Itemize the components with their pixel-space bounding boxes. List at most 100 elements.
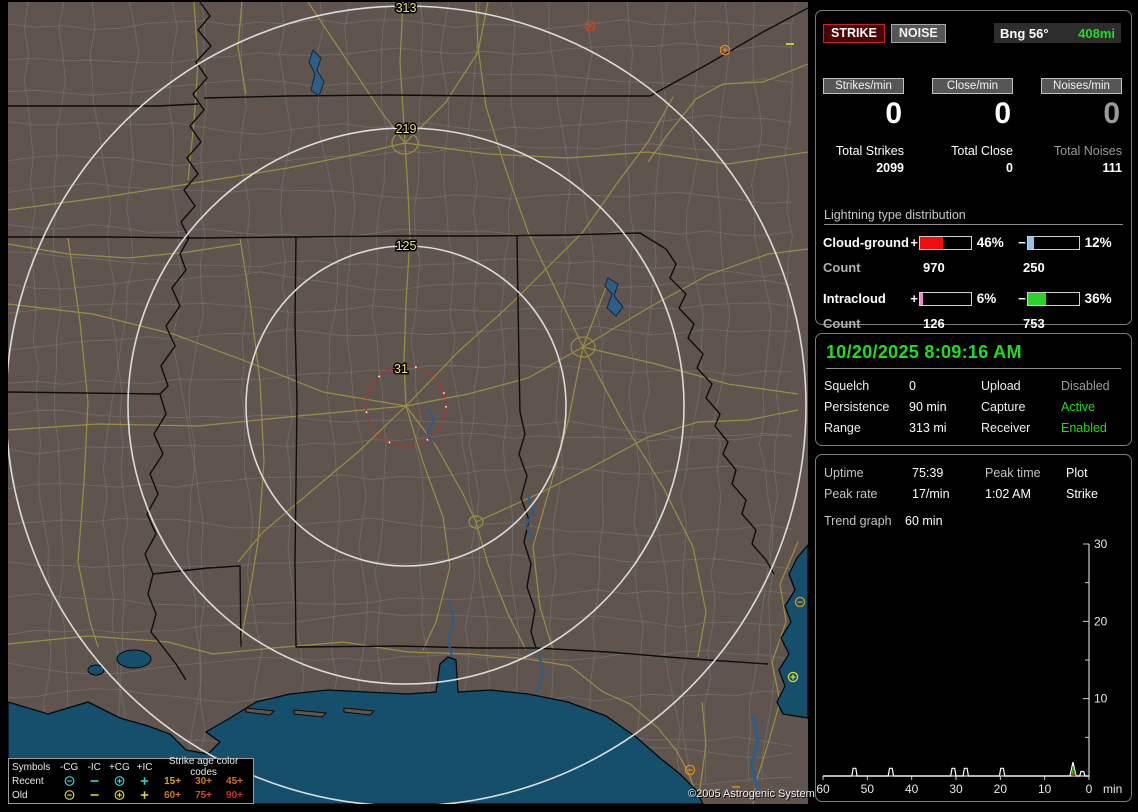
peak-time-value: 1:02 AM [985,487,1031,501]
trend-series-close [1071,767,1076,777]
age-45: 45+ [226,775,243,787]
plot-mode-value: Plot [1066,466,1088,480]
cg-positive-pct: 46% [976,235,1004,250]
total-close-value: 0 [1006,161,1013,175]
noise-mode-button[interactable]: NOISE [890,23,946,43]
strike-mode-button[interactable]: STRIKE [823,23,885,43]
cloud-ground-count-row: Count 970 250 [823,260,1123,275]
cg-negative-pct: 12% [1084,235,1112,250]
svg-text:0: 0 [1086,782,1093,796]
legend-title: Symbols [12,761,51,773]
capture-label: Capture [981,400,1026,414]
cg-positive-bar [918,235,972,250]
minus-sign: − [1018,235,1026,250]
total-noises-value: 111 [1102,161,1122,175]
lightning-map: 313 219 125 31 Symbols -CG -IC +CG +IC Stri… [8,2,820,804]
recent-pos-cg-icon [107,774,132,789]
recent-pos-ic-icon [132,774,157,789]
upload-status: Disabled [1061,379,1110,393]
svg-text:50: 50 [861,782,875,796]
map-legend: Symbols -CG -IC +CG +IC Strike age color… [8,756,254,804]
svg-text:10: 10 [1038,782,1052,796]
receiver-status: Enabled [1061,421,1107,435]
intracloud-label: Intracloud [823,291,886,306]
uptime-label: Uptime [824,466,864,480]
trend-panel: Uptime 75:39 Peak time Plot Peak rate 17… [815,454,1132,802]
count-label: Count [823,316,861,331]
ic-positive-bar [918,291,972,306]
total-noises-label: Total Noises [1053,144,1122,158]
plot-type-value: Strike [1066,487,1098,501]
receiver-label: Receiver [981,421,1031,435]
cloud-ground-row: Cloud-ground + 46% − 12% [823,235,1123,250]
intracloud-count-row: Count 126 753 [823,316,1123,331]
status-panel: 10/20/2025 8:09:16 AM Squelch 0 Upload D… [815,333,1132,446]
intracloud-row: Intracloud + 6% − 36% [823,291,1123,306]
legend-old-row: Old 60+ 75+ 90+ [12,788,250,802]
cloud-ground-label: Cloud-ground [823,235,909,250]
strikes-rate-value: 0 [885,97,902,130]
ic-negative-bar [1026,291,1080,306]
legend-recent-row: Recent 15+ 30+ 45+ [12,774,250,788]
peak-rate-value: 17/min [912,487,950,501]
trend-series-noise [1072,771,1076,777]
ring-label-31: 31 [394,362,408,376]
bearing-distance-readout: Bng 56° 408mi [994,23,1121,43]
squelch-value: 0 [909,379,916,393]
capture-status: Active [1061,400,1096,414]
map-canvas: 313 219 125 31 [8,2,808,804]
total-strikes-value: 2099 [876,161,904,175]
svg-text:min: min [1103,782,1122,796]
persistence-label: Persistence [824,400,890,414]
age-90: 90+ [226,789,243,801]
recent-neg-cg-icon [57,774,82,789]
persistence-value: 90 min [909,400,947,414]
peak-rate-label: Peak rate [824,487,878,501]
recent-neg-ic-icon [82,774,107,789]
squelch-label: Squelch [824,379,870,393]
bearing-value: Bng 56° [1000,25,1049,41]
noises-per-min-button[interactable]: Noises/min [1041,78,1122,94]
age-75: 75+ [195,789,213,801]
age-30: 30+ [195,775,213,787]
legend-recent-label: Recent [12,775,44,787]
plus-sign: + [910,235,918,250]
legend-header-row: Symbols -CG -IC +CG +IC Strike age color… [12,756,250,778]
strikes-per-min-button[interactable]: Strikes/min [823,78,904,94]
svg-text:20: 20 [1094,614,1108,628]
trend-chart: 10 20 30 60 50 40 30 20 10 0 min [816,537,1122,796]
legend-col-pos-cg: +CG [108,761,130,773]
ring-label-125: 125 [396,239,417,253]
cg-negative-bar [1026,235,1080,250]
svg-text:10: 10 [1094,692,1108,706]
close-per-min-button[interactable]: Close/min [932,78,1013,94]
upload-label: Upload [981,379,1021,393]
ic-positive-count: 126 [923,316,945,331]
ring-label-313: 313 [396,2,417,15]
svg-text:30: 30 [949,782,963,796]
legend-old-label: Old [12,789,28,801]
lake-pontchartrain [116,649,152,669]
legend-col-pos-ic: +IC [136,761,153,773]
age-15: 15+ [164,775,182,787]
counters-panel: STRIKE NOISE Bng 56° 408mi Strikes/min C… [815,10,1132,331]
old-pos-cg-icon [107,788,132,803]
peak-time-label: Peak time [985,466,1041,480]
total-close-label: Total Close [951,144,1013,158]
legend-col-neg-ic: -IC [87,761,101,773]
total-strikes-label: Total Strikes [835,144,904,158]
ic-positive-pct: 6% [976,291,997,306]
uptime-value: 75:39 [912,466,944,480]
svg-text:20: 20 [994,782,1008,796]
legend-col-neg-cg: -CG [59,761,79,773]
age-60: 60+ [164,789,182,801]
distance-value: 408mi [1078,25,1115,41]
minus-sign: − [1018,291,1026,306]
nexstorm-window: 313 219 125 31 Symbols -CG -IC +CG +IC Stri… [0,0,1138,812]
distribution-title: Lightning type distribution [824,208,1123,225]
trend-graph-window: 60 min [905,514,943,528]
close-rate-value: 0 [994,97,1011,130]
count-label: Count [823,260,861,275]
ring-label-219: 219 [396,122,417,136]
trend-series-strikes [823,761,1089,777]
